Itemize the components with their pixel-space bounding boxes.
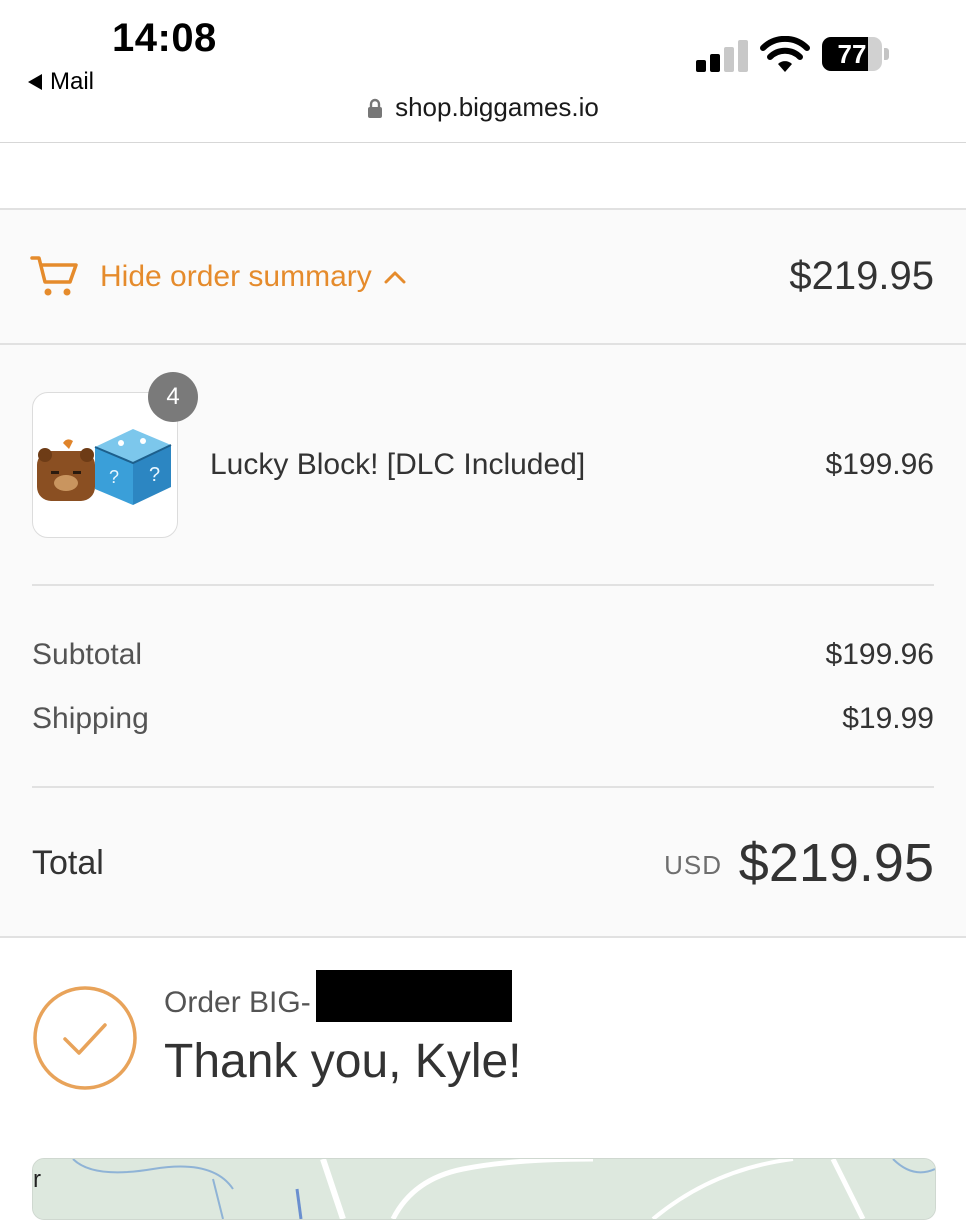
address-bar[interactable]: shop.biggames.io <box>0 92 966 123</box>
hide-order-summary-link[interactable]: Hide order summary <box>100 260 406 294</box>
divider <box>32 584 934 586</box>
shipping-label: Shipping <box>32 702 149 735</box>
wifi-icon <box>760 36 810 72</box>
order-number: Order BIG- <box>164 986 311 1019</box>
product-name: Lucky Block! [DLC Included] <box>210 448 586 481</box>
battery-icon: 77 <box>822 37 889 71</box>
lock-icon <box>368 98 383 118</box>
product-line-item: ? ? 4 Lucky Block! [DLC Included] $199.9… <box>32 372 934 538</box>
subtotal-label: Subtotal <box>32 638 143 671</box>
product-price: $199.96 <box>825 448 934 481</box>
back-triangle-icon <box>28 74 42 90</box>
cart-icon <box>30 256 78 296</box>
checkmark-circle-icon <box>33 986 137 1090</box>
redacted-order-id <box>316 970 512 1022</box>
shipping-map[interactable]: r <box>32 1158 936 1220</box>
thank-you-heading: Thank you, Kyle! <box>164 1035 522 1088</box>
map-image: r <box>33 1159 935 1219</box>
status-time: 14:08 <box>112 16 217 60</box>
svg-text:?: ? <box>109 467 119 487</box>
chevron-up-icon <box>384 271 406 284</box>
summary-total-price: $219.95 <box>789 254 934 298</box>
order-summary: Hide order summary $219.95 ? ? 4 Lucky B… <box>0 208 966 938</box>
shipping-value: $19.99 <box>842 702 934 735</box>
url-text: shop.biggames.io <box>395 92 599 122</box>
quantity-badge: 4 <box>148 372 198 422</box>
toggle-label-text: Hide order summary <box>100 260 372 293</box>
subtotal-value: $199.96 <box>825 638 934 671</box>
order-summary-toggle[interactable]: Hide order summary $219.95 <box>0 210 966 345</box>
currency-code: USD <box>664 850 722 880</box>
total-value: $219.95 <box>738 833 934 893</box>
divider <box>32 786 934 788</box>
svg-text:?: ? <box>149 464 160 486</box>
total-label: Total <box>32 844 104 882</box>
battery-level: 77 <box>837 39 867 69</box>
map-edge-text: r <box>33 1166 41 1193</box>
status-bar: 14:08 Mail 77 shop.biggames.io <box>0 0 966 143</box>
signal-icon <box>696 38 748 72</box>
